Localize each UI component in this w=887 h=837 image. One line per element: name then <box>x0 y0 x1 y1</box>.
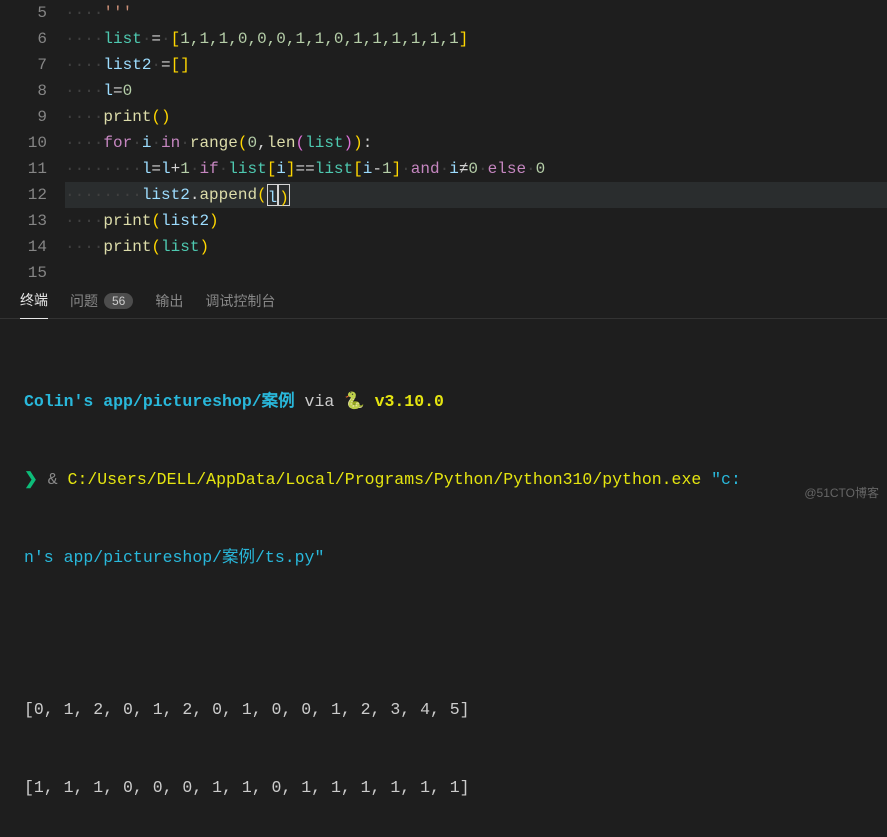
tab-problems-label: 问题 <box>70 291 98 311</box>
terminal-line: Colin's app/pictureshop/案例 via 🐍 v3.10.0 <box>24 389 863 415</box>
code-line: ····''' <box>65 0 887 26</box>
code-line: ····print(list) <box>65 234 887 260</box>
line-number: 7 <box>0 52 47 78</box>
code-line <box>65 260 887 286</box>
line-gutter: 5 6 7 8 9 10 11 12 13 14 15 <box>0 0 65 283</box>
line-number: 6 <box>0 26 47 52</box>
tab-debug-console[interactable]: 调试控制台 <box>205 283 275 319</box>
code-line: ····print(list2) <box>65 208 887 234</box>
code-editor[interactable]: 5 6 7 8 9 10 11 12 13 14 15 ····''' ····… <box>0 0 887 283</box>
panel-tabs: 终端 问题 56 输出 调试控制台 <box>0 283 887 319</box>
line-number: 5 <box>0 0 47 26</box>
terminal-line: ❯ & C:/Users/DELL/AppData/Local/Programs… <box>24 467 863 493</box>
line-number: 9 <box>0 104 47 130</box>
code-line: ········l=l+1·if·list[i]==list[i-1]·and·… <box>65 156 887 182</box>
line-number: 13 <box>0 208 47 234</box>
line-number: 11 <box>0 156 47 182</box>
terminal-line: n's app/pictureshop/案例/ts.py" <box>24 545 863 571</box>
line-number: 8 <box>0 78 47 104</box>
terminal-panel[interactable]: Colin's app/pictureshop/案例 via 🐍 v3.10.0… <box>0 319 887 837</box>
line-number: 12 <box>0 182 47 208</box>
tab-problems[interactable]: 问题 56 <box>70 283 133 319</box>
code-line: ····print() <box>65 104 887 130</box>
code-line-active: ········list2.append(l) <box>65 182 887 208</box>
watermark: @51CTO博客 <box>804 484 879 501</box>
code-line: ····for·i·in·range(0,len(list)): <box>65 130 887 156</box>
code-line: ····l=0 <box>65 78 887 104</box>
tab-terminal[interactable]: 终端 <box>20 282 48 319</box>
problems-badge: 56 <box>104 293 133 309</box>
code-line: ····list·=·[1,1,1,0,0,0,1,1,0,1,1,1,1,1,… <box>65 26 887 52</box>
terminal-output: [0, 1, 2, 0, 1, 2, 0, 1, 0, 0, 1, 2, 3, … <box>24 697 863 723</box>
tab-output[interactable]: 输出 <box>155 283 183 319</box>
code-line: ····list2·=[] <box>65 52 887 78</box>
line-number: 14 <box>0 234 47 260</box>
line-number: 10 <box>0 130 47 156</box>
terminal-output: [1, 1, 1, 0, 0, 0, 1, 1, 0, 1, 1, 1, 1, … <box>24 775 863 801</box>
code-area[interactable]: ····''' ····list·=·[1,1,1,0,0,0,1,1,0,1,… <box>65 0 887 283</box>
